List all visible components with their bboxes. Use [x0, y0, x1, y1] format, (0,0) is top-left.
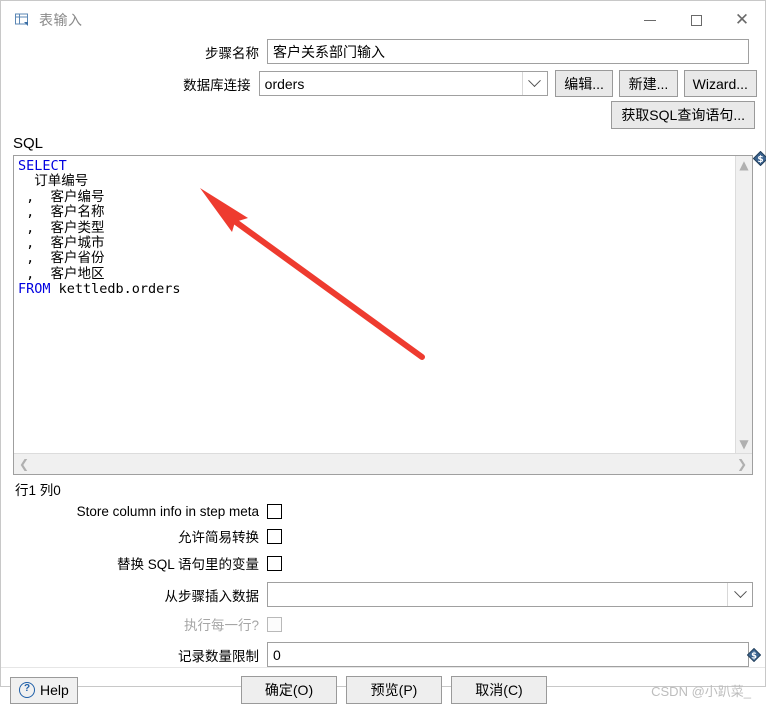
sql-fragment: kettledb.orders	[51, 281, 181, 297]
execute-each-row-row: 执行每一行?	[9, 614, 757, 634]
sql-horizontal-scrollbar[interactable]: ❮ ❯	[14, 453, 752, 474]
window-title: 表输入	[39, 10, 83, 30]
sql-fragment: , 客户地区	[18, 266, 105, 282]
dialog-body: 步骤名称 客户关系部门输入 数据库连接 orders 编辑... 新建... W…	[1, 39, 765, 667]
sql-line: , 客户类型	[18, 221, 735, 236]
sql-line: , 客户地区	[18, 267, 735, 282]
sql-line: FROM kettledb.orders	[18, 282, 735, 297]
cancel-button[interactable]: 取消(C)	[451, 676, 547, 704]
get-sql-row: 获取SQL查询语句...	[9, 101, 757, 129]
close-icon[interactable]: ✕	[719, 1, 765, 39]
row-limit-value: 0	[273, 647, 281, 663]
sql-editor[interactable]: $ SELECT 订单编号 , 客户编号 , 客户名称 , 客户类型 , 客户城…	[13, 155, 753, 475]
row-limit-input[interactable]: 0 $	[267, 642, 749, 667]
connection-value: orders	[265, 76, 522, 92]
lazy-conversion-label: 允许简易转换	[9, 526, 267, 546]
row-limit-label: 记录数量限制	[9, 645, 267, 665]
table-input-icon	[13, 11, 31, 29]
sql-line: , 客户名称	[18, 205, 735, 220]
sql-line: , 客户城市	[18, 236, 735, 251]
dollar-diamond-icon: $	[753, 151, 766, 164]
step-name-label: 步骤名称	[9, 42, 267, 62]
sql-line: SELECT	[18, 159, 735, 174]
store-column-info-checkbox[interactable]	[267, 504, 282, 519]
scroll-down-icon[interactable]: ▼	[739, 438, 748, 450]
dialog-footer: ? Help 确定(O) 预览(P) 取消(C) CSDN @小趴菜_	[1, 667, 765, 712]
cursor-position-status: 行1 列0	[15, 479, 757, 499]
connection-select[interactable]: orders	[259, 71, 548, 96]
scroll-right-icon[interactable]: ❯	[737, 458, 747, 470]
sql-editor-inner: SELECT 订单编号 , 客户编号 , 客户名称 , 客户类型 , 客户城市 …	[14, 156, 752, 453]
step-name-row: 步骤名称 客户关系部门输入	[9, 39, 757, 64]
sql-fragment: , 客户类型	[18, 220, 105, 236]
title-bar: 表输入 ✕	[1, 1, 765, 39]
sql-fragment: , 客户城市	[18, 235, 105, 251]
replace-variables-checkbox[interactable]	[267, 556, 282, 571]
sql-fragment: , 客户编号	[18, 189, 105, 205]
preview-button[interactable]: 预览(P)	[346, 676, 442, 704]
insert-data-from-step-label: 从步骤插入数据	[9, 585, 267, 605]
store-column-info-label: Store column info in step meta	[9, 504, 267, 519]
scroll-up-icon[interactable]: ▲	[739, 159, 748, 171]
connection-label: 数据库连接	[9, 74, 259, 94]
minimize-icon[interactable]	[627, 1, 673, 39]
watermark: CSDN @小趴菜_	[651, 681, 751, 700]
svg-text:$: $	[757, 155, 763, 165]
sql-fragment: 订单编号	[18, 173, 88, 189]
question-circle-icon: ?	[19, 682, 35, 698]
sql-line: , 客户省份	[18, 251, 735, 266]
step-name-value: 客户关系部门输入	[273, 42, 385, 62]
sql-line: , 客户编号	[18, 190, 735, 205]
insert-data-from-step-select[interactable]	[267, 582, 753, 607]
maximize-icon[interactable]	[673, 1, 719, 39]
sql-fragment: , 客户名称	[18, 204, 105, 220]
sql-line: 订单编号	[18, 174, 735, 189]
sql-label: SQL	[13, 135, 757, 152]
replace-variables-row: 替换 SQL 语句里的变量	[9, 553, 757, 573]
row-limit-row: 记录数量限制 0 $	[9, 642, 757, 667]
connection-row: 数据库连接 orders 编辑... 新建... Wizard...	[9, 70, 757, 97]
lazy-conversion-row: 允许简易转换	[9, 526, 757, 546]
execute-each-row-label: 执行每一行?	[9, 614, 267, 634]
new-connection-button[interactable]: 新建...	[619, 70, 677, 97]
step-name-input[interactable]: 客户关系部门输入	[267, 39, 749, 64]
sql-text[interactable]: SELECT 订单编号 , 客户编号 , 客户名称 , 客户类型 , 客户城市 …	[14, 156, 735, 453]
sql-keyword: SELECT	[18, 158, 67, 174]
wizard-connection-button[interactable]: Wizard...	[684, 70, 757, 97]
lazy-conversion-checkbox[interactable]	[267, 529, 282, 544]
dollar-diamond-icon: $	[747, 648, 761, 665]
ok-button[interactable]: 确定(O)	[241, 676, 337, 704]
svg-text:$: $	[751, 650, 757, 660]
scroll-left-icon[interactable]: ❮	[19, 458, 29, 470]
store-column-info-row: Store column info in step meta	[9, 504, 757, 519]
window-controls: ✕	[627, 1, 765, 39]
edit-connection-button[interactable]: 编辑...	[555, 70, 613, 97]
insert-data-from-step-row: 从步骤插入数据	[9, 582, 757, 607]
get-sql-statement-button[interactable]: 获取SQL查询语句...	[611, 101, 755, 129]
execute-each-row-checkbox	[267, 617, 282, 632]
sql-vertical-scrollbar[interactable]: ▲ ▼	[735, 156, 752, 453]
action-buttons: 确定(O) 预览(P) 取消(C)	[241, 676, 547, 704]
sql-fragment: , 客户省份	[18, 250, 105, 266]
table-input-dialog: 表输入 ✕ 步骤名称 客户关系部门输入 数据库连接 orders 编辑... 新…	[0, 0, 766, 687]
help-button[interactable]: ? Help	[10, 677, 78, 704]
chevron-down-icon[interactable]	[522, 72, 547, 95]
chevron-down-icon[interactable]	[727, 583, 752, 606]
replace-variables-label: 替换 SQL 语句里的变量	[9, 553, 267, 573]
sql-keyword: FROM	[18, 281, 51, 297]
help-button-label: Help	[40, 682, 69, 698]
